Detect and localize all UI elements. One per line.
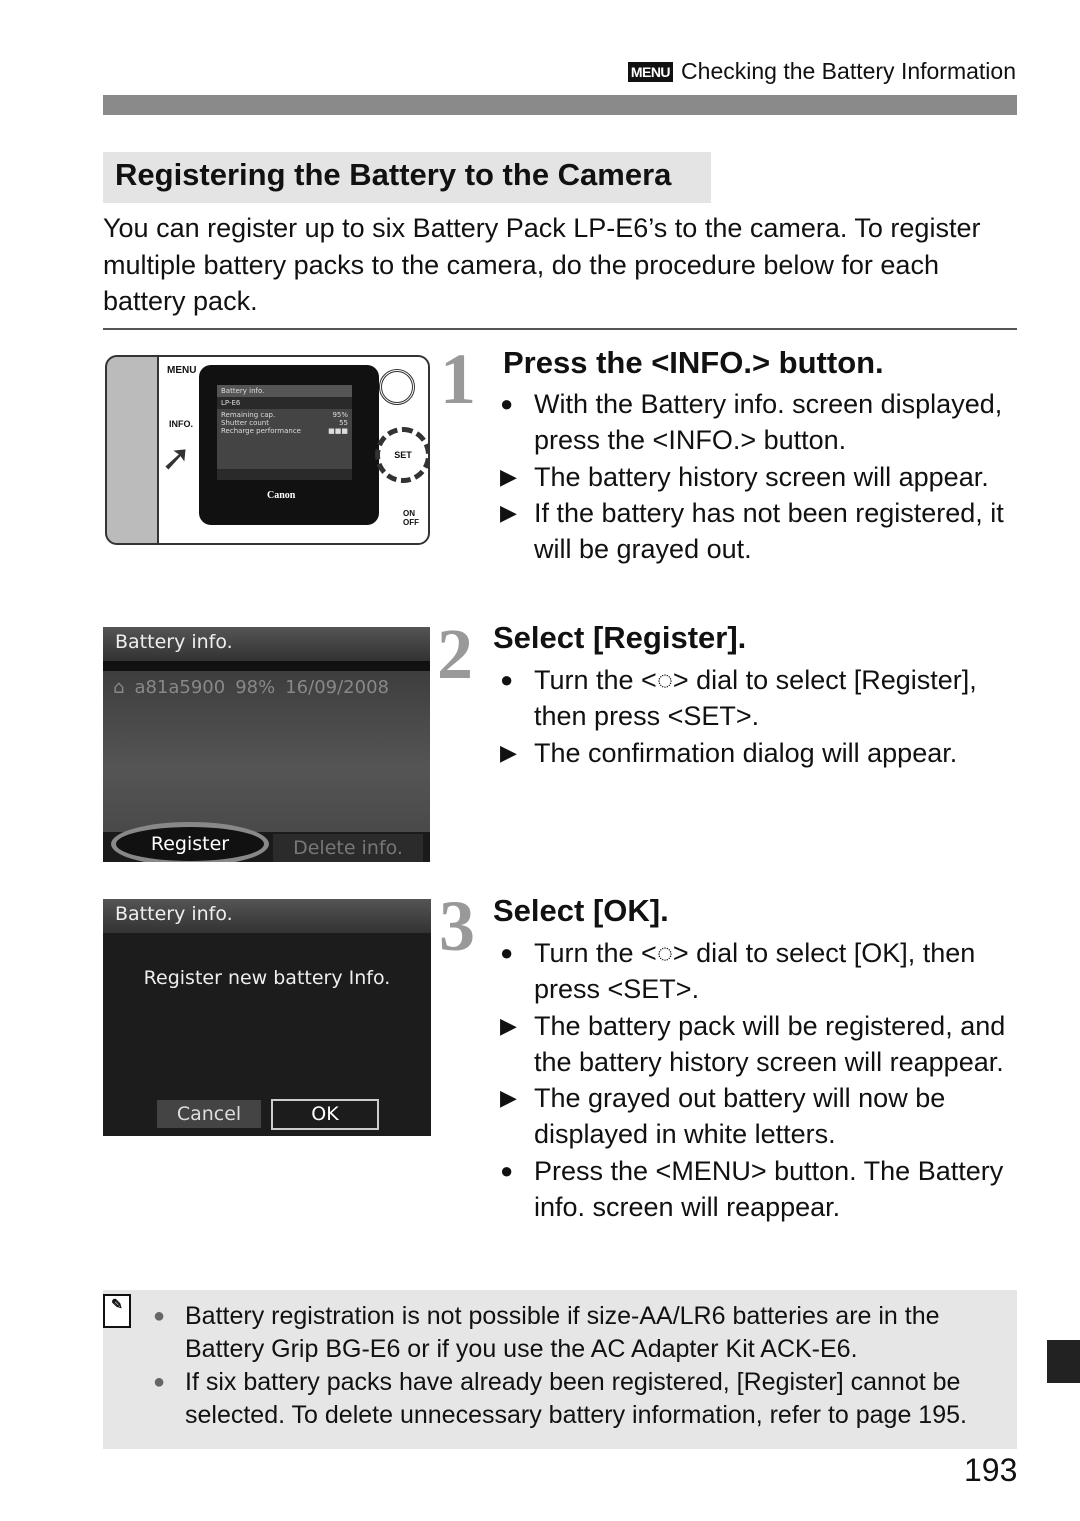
- note-item: ● Battery registration is not possible if…: [153, 1302, 940, 1363]
- step-1-list: ● With the Battery info. screen displayed…: [500, 386, 1020, 567]
- bullet-icon: ●: [500, 667, 514, 692]
- confirmation-screen: Battery info. Register new battery Info.…: [103, 899, 431, 1136]
- on-label: ON: [403, 509, 415, 518]
- lcd-row-value: 95%: [332, 411, 348, 419]
- canon-logo: Canon: [267, 490, 296, 501]
- lcd-row-value: 55: [339, 419, 348, 427]
- step-number: 1: [440, 339, 476, 419]
- delete-info-button[interactable]: Delete info.: [273, 834, 423, 862]
- battery-percent: 98%: [235, 677, 276, 698]
- item-text: The grayed out battery will now be displ…: [534, 1083, 946, 1150]
- off-label: OFF: [403, 518, 419, 527]
- step-3-list: ● Turn the <◌> dial to select [OK], then …: [500, 935, 1020, 1225]
- power-switch: ON OFF: [403, 509, 419, 527]
- camera-lcd: Battery info. LP-E6 Remaining cap. 95% Sh…: [217, 385, 352, 480]
- list-item: ▶ The confirmation dialog will appear.: [500, 735, 1020, 771]
- memo-icon: ✎: [103, 1294, 131, 1328]
- lcd-battery: LP-E6: [221, 399, 241, 407]
- step-number: 3: [439, 886, 475, 966]
- arrow-icon: ➚: [161, 437, 192, 478]
- item-text: Turn the <◌> dial to select [Register], …: [534, 665, 977, 732]
- item-text: With the Battery info. screen displayed,…: [534, 389, 1003, 456]
- battery-date: 16/09/2008: [285, 677, 389, 698]
- note-item: ● If six battery packs have already been …: [153, 1368, 967, 1429]
- intro-paragraph: You can register up to six Battery Pack …: [103, 213, 981, 316]
- item-text: The battery history screen will appear.: [534, 461, 989, 492]
- lcd-row-value: ■■■: [328, 427, 348, 435]
- screen-title: Battery info.: [103, 627, 430, 661]
- section-title: Registering the Battery to the Camera: [103, 152, 711, 203]
- item-text: Press the <MENU> button. The Battery inf…: [534, 1155, 1004, 1223]
- cancel-button[interactable]: Cancel: [157, 1100, 261, 1128]
- arrow-bullet-icon: ▶: [500, 1085, 517, 1111]
- register-button[interactable]: Register: [111, 822, 269, 862]
- lcd-row-label: Recharge performance: [221, 427, 301, 435]
- arrow-bullet-icon: ▶: [500, 499, 517, 525]
- step-title: Press the <INFO.> button.: [503, 345, 884, 380]
- menu-icon: MENU: [627, 61, 674, 82]
- battery-icon: ⌂: [113, 677, 125, 698]
- item-text: Turn the <◌> dial to select [OK], then p…: [534, 938, 976, 1005]
- running-header: MENU Checking the Battery Information: [627, 58, 1016, 85]
- step-title: Select [Register].: [493, 620, 747, 655]
- confirm-message: Register new battery Info.: [143, 967, 391, 989]
- battery-history-screen: Battery info. ⌂ a81a5900 98% 16/09/2008 …: [103, 627, 430, 862]
- joystick-icon: [379, 369, 415, 405]
- item-text: The confirmation dialog will appear.: [534, 737, 958, 768]
- bullet-icon: ●: [500, 391, 514, 416]
- note-text: If six battery packs have already been r…: [185, 1368, 967, 1429]
- divider: [103, 328, 1017, 330]
- camera-illustration: MENU INFO. Battery info. LP-E6 Remaining…: [105, 355, 430, 545]
- list-item: ● Press the <MENU> button. The Battery in…: [500, 1153, 1020, 1226]
- note-text: Battery registration is not possible if …: [185, 1302, 940, 1363]
- lcd-row-label: Shutter count: [221, 419, 269, 427]
- set-label: SET: [394, 450, 412, 460]
- list-item: ▶ The battery pack will be registered, an…: [500, 1008, 1020, 1081]
- arrow-bullet-icon: ▶: [500, 739, 517, 765]
- arrow-bullet-icon: ▶: [500, 463, 517, 489]
- list-item: ● Turn the <◌> dial to select [OK], then …: [500, 935, 1020, 1008]
- lcd-title: Battery info.: [217, 385, 352, 397]
- item-text: The battery pack will be registered, and…: [534, 1010, 1006, 1077]
- page-number: 193: [964, 1452, 1018, 1488]
- header-title: Checking the Battery Information: [681, 58, 1016, 84]
- battery-id: a81a5900: [134, 677, 226, 698]
- bullet-icon: ●: [500, 1157, 514, 1183]
- lcd-row-label: Remaining cap.: [221, 411, 276, 419]
- screen-title: Battery info.: [103, 899, 431, 933]
- list-item: ● With the Battery info. screen displayed…: [500, 386, 1020, 459]
- step-title: Select [OK].: [493, 893, 669, 928]
- arrow-bullet-icon: ▶: [500, 1012, 517, 1038]
- list-item: ▶ If the battery has not been registered,…: [500, 495, 1020, 568]
- step-2-list: ● Turn the <◌> dial to select [Register],…: [500, 662, 1020, 771]
- ok-button[interactable]: OK: [271, 1099, 379, 1130]
- bullet-icon: ●: [500, 940, 514, 965]
- list-item: ● Turn the <◌> dial to select [Register],…: [500, 662, 1020, 735]
- step-number: 2: [437, 614, 473, 694]
- note-box: ✎ ● Battery registration is not possible …: [103, 1290, 1017, 1449]
- set-button: SET: [375, 427, 428, 483]
- menu-button-label: MENU: [167, 365, 197, 376]
- header-bar: [103, 95, 1017, 115]
- list-item: ▶ The grayed out battery will now be disp…: [500, 1080, 1020, 1153]
- info-button-label: INFO.: [169, 419, 193, 429]
- chapter-tab: [1047, 1340, 1080, 1383]
- list-item: ▶ The battery history screen will appear.: [500, 459, 1020, 495]
- item-text: If the battery has not been registered, …: [534, 497, 1004, 565]
